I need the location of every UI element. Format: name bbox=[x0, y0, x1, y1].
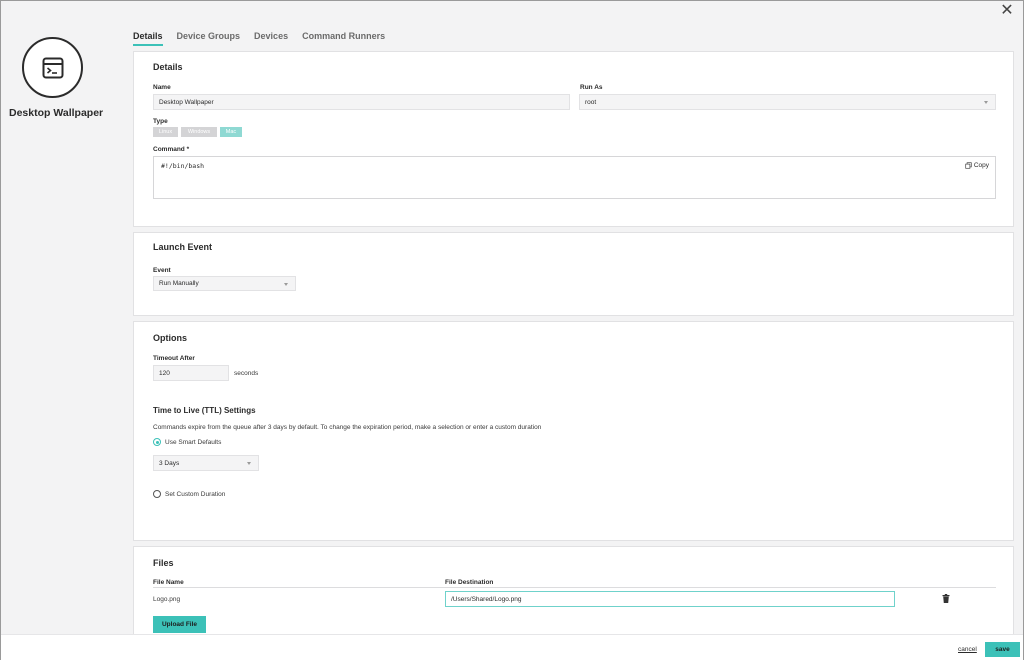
name-label: Name bbox=[153, 84, 171, 91]
command-text: #!/bin/bash bbox=[161, 162, 205, 170]
save-button[interactable]: save bbox=[985, 642, 1020, 657]
run-as-label: Run As bbox=[580, 84, 603, 91]
type-option-linux[interactable]: Linux bbox=[153, 127, 178, 137]
tab-command-runners[interactable]: Command Runners bbox=[302, 31, 385, 46]
chevron-down-icon bbox=[247, 462, 251, 465]
custom-duration-radio[interactable] bbox=[153, 490, 161, 498]
ttl-heading: Time to Live (TTL) Settings bbox=[153, 406, 256, 415]
chevron-down-icon bbox=[984, 101, 988, 104]
files-panel: Files File Name File Destination Logo.pn… bbox=[133, 546, 1014, 638]
command-label: Command * bbox=[153, 146, 190, 153]
ttl-description: Commands expire from the queue after 3 d… bbox=[153, 424, 542, 431]
file-name-header: File Name bbox=[153, 579, 184, 586]
ttl-value: 3 Days bbox=[159, 459, 180, 467]
type-option-windows[interactable]: Windows bbox=[181, 127, 217, 137]
run-as-value: root bbox=[585, 98, 597, 106]
files-header-divider bbox=[153, 587, 996, 588]
event-select[interactable]: Run Manually bbox=[153, 276, 296, 291]
ttl-select[interactable]: 3 Days bbox=[153, 455, 259, 471]
chevron-down-icon bbox=[284, 282, 288, 286]
trash-icon[interactable] bbox=[942, 594, 950, 603]
type-option-mac[interactable]: Mac bbox=[220, 127, 242, 137]
copy-icon bbox=[965, 162, 972, 169]
files-heading: Files bbox=[153, 558, 174, 568]
custom-duration-label: Set Custom Duration bbox=[165, 491, 226, 498]
copy-button[interactable]: Copy bbox=[965, 162, 989, 169]
options-panel: Options Timeout After 120 seconds Time t… bbox=[133, 321, 1014, 541]
tab-bar: Details Device Groups Devices Command Ru… bbox=[133, 31, 399, 46]
file-destination-header: File Destination bbox=[445, 579, 494, 586]
command-editor[interactable]: #!/bin/bash Copy bbox=[153, 156, 996, 199]
cancel-link[interactable]: cancel bbox=[958, 646, 977, 653]
launch-event-heading: Launch Event bbox=[153, 242, 213, 252]
smart-defaults-radio[interactable] bbox=[153, 438, 161, 446]
timeout-input[interactable]: 120 bbox=[153, 365, 229, 381]
timeout-unit: seconds bbox=[234, 370, 259, 377]
options-heading: Options bbox=[153, 333, 187, 343]
file-destination-input[interactable]: /Users/Shared/Logo.png bbox=[445, 591, 895, 607]
footer-bar: cancel save bbox=[1, 634, 1023, 660]
name-input[interactable]: Desktop Wallpaper bbox=[153, 94, 570, 110]
details-heading: Details bbox=[153, 62, 183, 72]
file-name-cell: Logo.png bbox=[153, 596, 181, 603]
tab-devices[interactable]: Devices bbox=[254, 31, 288, 46]
app-title: Desktop Wallpaper bbox=[9, 107, 104, 119]
app-avatar bbox=[22, 37, 83, 98]
copy-label: Copy bbox=[973, 162, 989, 169]
launch-event-panel: Launch Event Event Run Manually bbox=[133, 232, 1014, 316]
tab-details[interactable]: Details bbox=[133, 31, 163, 46]
timeout-label: Timeout After bbox=[153, 355, 195, 362]
terminal-window-icon bbox=[42, 57, 63, 78]
tab-device-groups[interactable]: Device Groups bbox=[177, 31, 241, 46]
details-panel: Details Name Desktop Wallpaper Run As ro… bbox=[133, 51, 1014, 227]
event-label: Event bbox=[153, 267, 171, 274]
smart-defaults-label: Use Smart Defaults bbox=[165, 439, 222, 446]
event-value: Run Manually bbox=[159, 280, 199, 287]
close-icon[interactable]: ✕ bbox=[999, 3, 1015, 19]
upload-file-button[interactable]: Upload File bbox=[153, 616, 206, 633]
type-label: Type bbox=[153, 118, 168, 125]
run-as-select[interactable]: root bbox=[579, 94, 996, 110]
